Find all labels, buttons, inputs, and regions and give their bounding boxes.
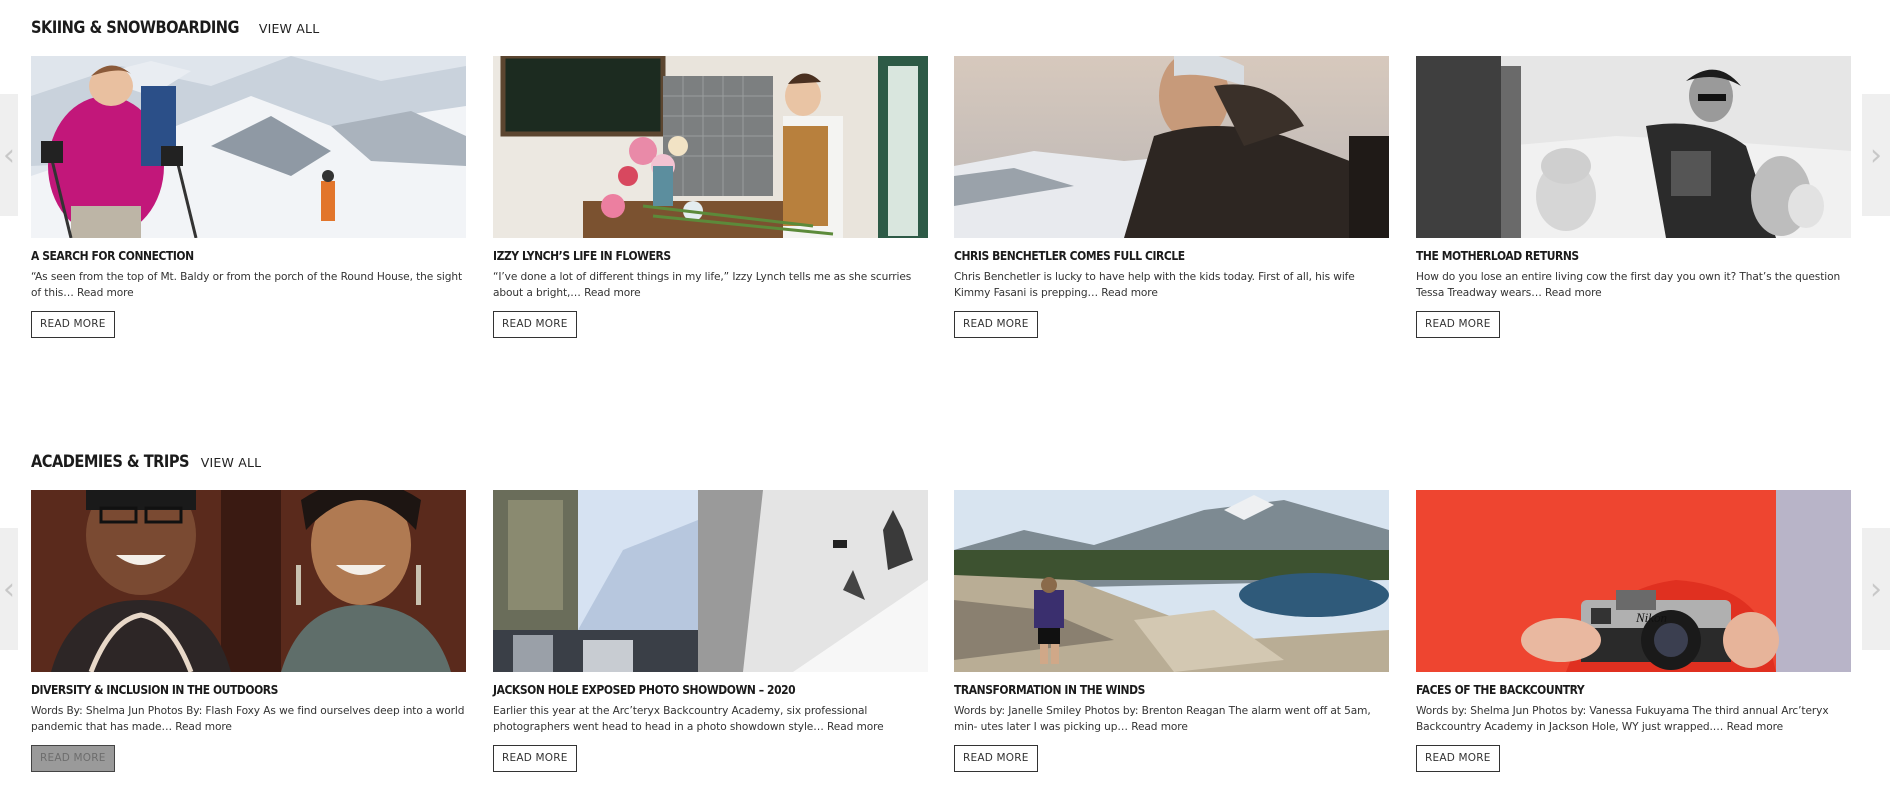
article-card: DIVERSITY & INCLUSION IN THE OUTDOORS Wo…: [31, 490, 466, 772]
carousel-prev-button[interactable]: ‹: [0, 94, 18, 216]
read-more-link[interactable]: Read more: [1545, 287, 1602, 299]
section-title: SKIING & SNOWBOARDING: [31, 18, 239, 38]
read-more-button[interactable]: READ MORE: [954, 745, 1038, 772]
article-title[interactable]: TRANSFORMATION IN THE WINDS: [954, 682, 1328, 697]
article-image[interactable]: [31, 56, 466, 238]
chevron-left-icon: ‹: [3, 137, 15, 173]
article-image[interactable]: [493, 490, 928, 672]
view-all-link[interactable]: VIEW ALL: [259, 21, 320, 36]
carousel-next-button[interactable]: ›: [1862, 528, 1890, 650]
article-image[interactable]: [31, 490, 466, 672]
article-card: JACKSON HOLE EXPOSED PHOTO SHOWDOWN – 20…: [493, 490, 928, 772]
article-excerpt: “As seen from the top of Mt. Baldy or fr…: [31, 269, 466, 301]
article-excerpt: Earlier this year at the Arc’teryx Backc…: [493, 703, 928, 735]
read-more-button[interactable]: READ MORE: [31, 311, 115, 338]
article-title[interactable]: JACKSON HOLE EXPOSED PHOTO SHOWDOWN – 20…: [493, 682, 867, 697]
excerpt-text: Earlier this year at the Arc’teryx Backc…: [493, 705, 868, 733]
chevron-left-icon: ‹: [3, 571, 15, 607]
excerpt-text: “I’ve done a lot of different things in …: [493, 271, 912, 299]
read-more-button[interactable]: READ MORE: [493, 311, 577, 338]
article-image[interactable]: [954, 56, 1389, 238]
article-image[interactable]: [954, 490, 1389, 672]
read-more-link[interactable]: Read more: [1131, 721, 1188, 733]
article-excerpt: Chris Benchetler is lucky to have help w…: [954, 269, 1389, 301]
svg-text:Nikon: Nikon: [1635, 610, 1667, 625]
read-more-link[interactable]: Read more: [175, 721, 232, 733]
article-card: THE MOTHERLOAD RETURNS How do you lose a…: [1416, 56, 1851, 338]
card-carousel: A SEARCH FOR CONNECTION “As seen from th…: [31, 56, 1852, 346]
chevron-right-icon: ›: [1870, 137, 1882, 173]
read-more-button[interactable]: READ MORE: [1416, 311, 1500, 338]
read-more-link[interactable]: Read more: [584, 287, 641, 299]
article-card: TRANSFORMATION IN THE WINDS Words by: Ja…: [954, 490, 1389, 772]
read-more-link[interactable]: Read more: [77, 287, 134, 299]
article-excerpt: “I’ve done a lot of different things in …: [493, 269, 928, 301]
article-image[interactable]: [1416, 56, 1851, 238]
article-title[interactable]: IZZY LYNCH’S LIFE IN FLOWERS: [493, 248, 867, 263]
article-title[interactable]: DIVERSITY & INCLUSION IN THE OUTDOORS: [31, 682, 405, 697]
section-header: SKIING & SNOWBOARDING VIEW ALL: [31, 18, 319, 44]
article-excerpt: Words by: Shelma Jun Photos by: Vanessa …: [1416, 703, 1851, 735]
article-excerpt: How do you lose an entire living cow the…: [1416, 269, 1851, 301]
article-title[interactable]: CHRIS BENCHETLER COMES FULL CIRCLE: [954, 248, 1328, 263]
article-card: CHRIS BENCHETLER COMES FULL CIRCLE Chris…: [954, 56, 1389, 338]
article-card: A SEARCH FOR CONNECTION “As seen from th…: [31, 56, 466, 338]
article-excerpt: Words By: Shelma Jun Photos By: Flash Fo…: [31, 703, 466, 735]
section-title: ACADEMIES & TRIPS: [31, 452, 190, 472]
article-excerpt: Words by: Janelle Smiley Photos by: Bren…: [954, 703, 1389, 735]
article-title[interactable]: FACES OF THE BACKCOUNTRY: [1416, 682, 1790, 697]
read-more-link[interactable]: Read more: [827, 721, 884, 733]
read-more-button[interactable]: READ MORE: [31, 745, 115, 772]
read-more-button[interactable]: READ MORE: [954, 311, 1038, 338]
chevron-right-icon: ›: [1870, 571, 1882, 607]
section-header: ACADEMIES & TRIPS VIEW ALL: [31, 452, 261, 478]
read-more-button[interactable]: READ MORE: [493, 745, 577, 772]
read-more-link[interactable]: Read more: [1101, 287, 1158, 299]
excerpt-text: Words By: Shelma Jun Photos By: Flash Fo…: [31, 705, 465, 733]
read-more-link[interactable]: Read more: [1727, 721, 1784, 733]
article-title[interactable]: THE MOTHERLOAD RETURNS: [1416, 248, 1790, 263]
article-card: Nikon FACES OF THE BACKCOUNTRY Words by:…: [1416, 490, 1851, 772]
article-card: IZZY LYNCH’S LIFE IN FLOWERS “I’ve done …: [493, 56, 928, 338]
view-all-link[interactable]: VIEW ALL: [201, 455, 262, 470]
card-carousel: DIVERSITY & INCLUSION IN THE OUTDOORS Wo…: [31, 490, 1852, 780]
article-image[interactable]: Nikon: [1416, 490, 1851, 672]
carousel-prev-button[interactable]: ‹: [0, 528, 18, 650]
excerpt-text: How do you lose an entire living cow the…: [1416, 271, 1841, 299]
read-more-button[interactable]: READ MORE: [1416, 745, 1500, 772]
carousel-next-button[interactable]: ›: [1862, 94, 1890, 216]
article-title[interactable]: A SEARCH FOR CONNECTION: [31, 248, 405, 263]
article-image[interactable]: [493, 56, 928, 238]
